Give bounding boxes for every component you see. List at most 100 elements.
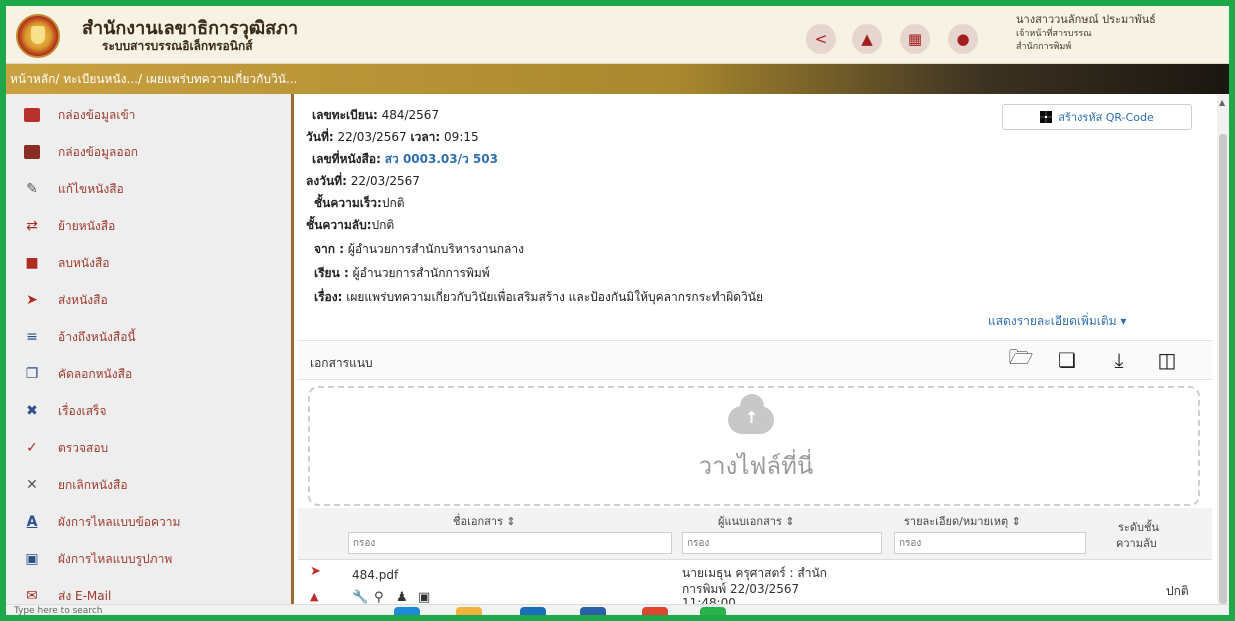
filter-attacher-input[interactable]: [682, 532, 882, 554]
sidebar-item-outbox[interactable]: กล่องข้อมูลออก: [6, 137, 291, 167]
filter-note-input[interactable]: [894, 532, 1086, 554]
sidebar-item-cancel[interactable]: ✕ ยกเลิกหนังสือ: [6, 470, 291, 500]
show-more-link[interactable]: แสดงรายละเอียดเพิ่มเติม ▾: [988, 312, 1126, 331]
doc-no-value[interactable]: สว 0003.03/ว 503: [385, 152, 498, 166]
send-icon: ➤: [26, 292, 38, 308]
date-line: วันที่: 22/03/2567 เวลา: 09:15: [306, 128, 479, 147]
cancel-icon: ✕: [26, 477, 38, 493]
sidebar-item-move[interactable]: ⇄ ย้ายหนังสือ: [6, 211, 291, 241]
attachments-header: เอกสารแนบ 🗁 ❏ ⤓ ◫: [298, 340, 1212, 380]
scanner-icon[interactable]: ◫: [1154, 347, 1180, 373]
pdf-icon: ▲: [310, 590, 319, 603]
dropzone-text: วางไฟล์ที่นี่: [698, 452, 814, 480]
sidebar-item-label: ผังการไหลแบบข้อความ: [58, 514, 181, 529]
copy-icon: ❐: [25, 366, 39, 382]
scroll-up-icon[interactable]: ▲: [1219, 98, 1225, 107]
table-header-row: ชื่อเอกสาร ⇕ ผู้แนบเอกสาร ⇕ รายละเอียด/ห…: [298, 508, 1212, 560]
speed-value: ปกติ: [381, 196, 405, 210]
document-detail: ▲ เลขทะเบียน: 484/2567 วันที่: 22/03/256…: [294, 94, 1229, 615]
from-line: จาก : ผู้อำนวยการสำนักบริหารงานกลาง: [314, 240, 524, 259]
word-app-icon[interactable]: [580, 607, 606, 615]
date-value: 22/03/2567: [337, 130, 407, 144]
browser-window: สำนักงานเลขาธิการวุฒิสภา ระบบสารบรรณอิเล…: [6, 6, 1229, 615]
zoom-icon[interactable]: ⚲: [374, 590, 384, 605]
sidebar-item-reference[interactable]: ≡ อ้างถึงหนังสือนี้: [6, 322, 291, 352]
download-icon[interactable]: ⤓: [1106, 347, 1132, 373]
user-icon[interactable]: ●: [948, 24, 978, 54]
doc-no-label: เลขที่หนังสือ:: [312, 152, 381, 166]
file-dropzone[interactable]: วางไฟล์ที่นี่: [308, 386, 1200, 506]
sidebar-item-done[interactable]: ✖ เรื่องเสร็จ: [6, 396, 291, 426]
sidebar-item-image-flow[interactable]: ▣ ผังการไหลแบบรูปภาพ: [6, 544, 291, 574]
column-header-attacher[interactable]: ผู้แนบเอกสาร ⇕: [718, 512, 795, 530]
from-label: จาก :: [314, 242, 345, 256]
edge-app-icon[interactable]: [394, 607, 420, 615]
breadcrumb-bar: หน้าหลัก/ ทะเบียนหนัง.../ เผยแพร่บทความเ…: [6, 64, 1229, 94]
sidebar-item-label: ย้ายหนังสือ: [58, 218, 116, 233]
reg-label: เลขทะเบียน:: [312, 108, 378, 122]
sidebar-item-label: กล่องข้อมูลออก: [58, 144, 139, 159]
cloud-upload-icon: [728, 394, 774, 434]
person-icon[interactable]: ♟: [396, 590, 408, 605]
attachment-secret-level: ปกติ: [1166, 584, 1189, 598]
open-folder-icon[interactable]: 🗁: [1008, 345, 1034, 373]
sidebar-item-label: ยกเลิกหนังสือ: [58, 477, 128, 492]
apps-icon[interactable]: ▦: [900, 24, 930, 54]
windows-taskbar: Type here to search: [6, 604, 1229, 615]
inbox-icon: [22, 105, 42, 125]
scroll-thumb[interactable]: [1219, 134, 1227, 604]
speed-label: ชั้นความเร็ว:: [314, 196, 382, 210]
pin-icon[interactable]: ➤: [310, 564, 321, 579]
time-label: เวลา:: [410, 130, 441, 144]
sidebar-item-label: ตรวจสอบ: [58, 440, 109, 455]
taskbar-search[interactable]: Type here to search: [14, 606, 102, 615]
app-header: สำนักงานเลขาธิการวุฒิสภา ระบบสารบรรณอิเล…: [6, 6, 1229, 64]
sidebar-item-copy[interactable]: ❐ คัดลอกหนังสือ: [6, 359, 291, 389]
copy-file-icon[interactable]: ▣: [418, 590, 430, 605]
time-value: 09:15: [444, 130, 479, 144]
sidebar-item-label: ลบหนังสือ: [58, 255, 110, 270]
sidebar-item-text-flow[interactable]: A ผังการไหลแบบข้อความ: [6, 507, 291, 537]
store-app-icon[interactable]: [520, 607, 546, 615]
line-app-icon[interactable]: [700, 607, 726, 615]
user-role: เจ้าหน้าที่สารบรรณ: [1016, 29, 1092, 39]
sidebar-item-delete[interactable]: ■ ลบหนังสือ: [6, 248, 291, 278]
column-header-note[interactable]: รายละเอียด/หมายเหตุ ⇕: [904, 512, 1021, 530]
subject-line: เรื่อง: เผยแพร่บทความเกี่ยวกับวินัยเพื่อ…: [314, 288, 763, 307]
subject-label: เรื่อง:: [314, 290, 343, 304]
breadcrumb[interactable]: หน้าหลัก/ ทะเบียนหนัง.../ เผยแพร่บทความเ…: [10, 70, 297, 89]
sidebar-item-edit[interactable]: ✎ แก้ไขหนังสือ: [6, 174, 291, 204]
image-flow-icon: ▣: [25, 551, 39, 567]
qr-code-icon: [1040, 111, 1053, 123]
sidebar-item-label: อ้างถึงหนังสือนี้: [58, 329, 136, 344]
chrome-app-icon[interactable]: [642, 607, 668, 615]
reg-number-line: เลขทะเบียน: 484/2567: [312, 106, 439, 125]
attachments-title: เอกสารแนบ: [310, 356, 373, 370]
new-file-icon[interactable]: ❏: [1054, 347, 1080, 373]
sidebar-item-check[interactable]: ✓ ตรวจสอบ: [6, 433, 291, 463]
explorer-app-icon[interactable]: [456, 607, 482, 615]
mail-icon: ✉: [26, 588, 38, 604]
text-flow-icon: A: [26, 514, 38, 530]
sidebar-item-send[interactable]: ➤ ส่งหนังสือ: [6, 285, 291, 315]
senate-logo: [16, 14, 60, 58]
wrench-icon[interactable]: 🔧: [352, 590, 368, 605]
sidebar-item-label: ส่งหนังสือ: [58, 292, 108, 307]
sidebar-item-inbox[interactable]: กล่องข้อมูลเข้า: [6, 100, 291, 130]
signed-value: 22/03/2567: [350, 174, 420, 188]
bell-icon[interactable]: ▲: [852, 24, 882, 54]
attachment-name[interactable]: 484.pdf: [352, 568, 398, 582]
sidebar: กล่องข้อมูลเข้า กล่องข้อมูลออก ✎ แก้ไขหน…: [6, 94, 294, 615]
qr-code-button[interactable]: สร้างรหัส QR-Code: [1002, 104, 1192, 130]
to-value: ผู้อำนวยการสำนักการพิมพ์: [352, 266, 490, 280]
sidebar-item-label: ผังการไหลแบบรูปภาพ: [58, 551, 173, 566]
filter-name-input[interactable]: [348, 532, 672, 554]
column-header-name[interactable]: ชื่อเอกสาร ⇕: [453, 512, 516, 530]
scrollbar[interactable]: ▲: [1217, 94, 1229, 615]
sidebar-item-label: ส่ง E-Mail: [58, 588, 112, 603]
subject-value: เผยแพร่บทความเกี่ยวกับวินัยเพื่อเสริมสร้…: [346, 290, 764, 304]
signed-label: ลงวันที่:: [306, 174, 347, 188]
qr-code-label: สร้างรหัส QR-Code: [1058, 111, 1154, 124]
user-dept: สำนักการพิมพ์: [1016, 42, 1072, 52]
share-icon[interactable]: <: [806, 24, 836, 54]
